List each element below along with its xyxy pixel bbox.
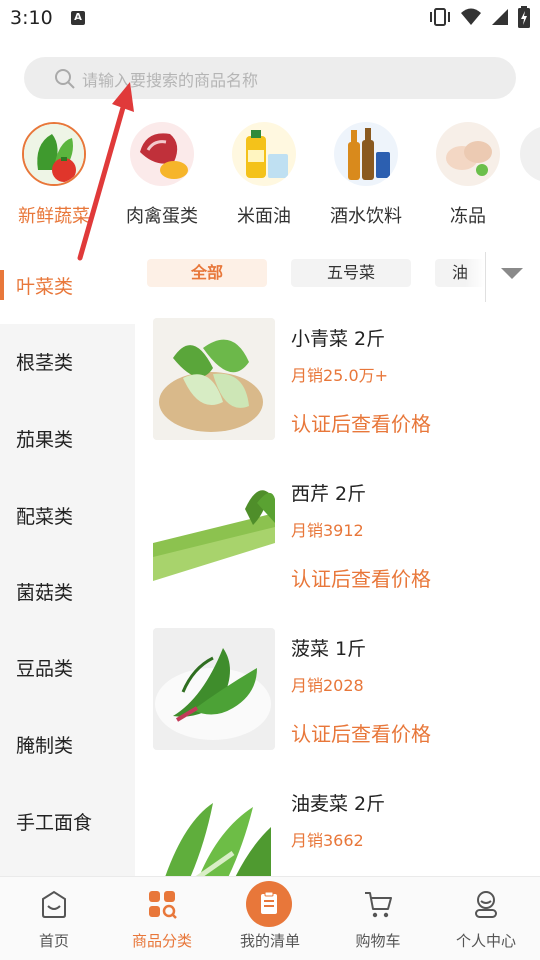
chip-number-five[interactable]: 五号菜 [291, 259, 411, 287]
clipboard-icon [246, 881, 292, 927]
search-icon [55, 69, 75, 89]
category-icon [149, 891, 177, 919]
filter-chips: 全部 五号菜 油 [135, 248, 540, 304]
product-sales: 月销2028 [291, 676, 364, 695]
product-image-spinach[interactable] [153, 628, 275, 750]
sidebar-item-label: 茄果类 [16, 429, 74, 451]
home-icon [42, 890, 66, 918]
status-bar: 3:10 A [0, 0, 540, 38]
chip-all[interactable]: 全部 [147, 259, 267, 287]
category-drinks[interactable]: 酒水饮料 [316, 118, 416, 228]
product-name: 菠菜 1斤 [291, 638, 367, 660]
tab-my-list[interactable]: 我的清单 [216, 877, 324, 960]
category-label: 肉禽蛋类 [126, 206, 198, 227]
product-sales: 月销3912 [291, 521, 364, 540]
sidebar-item-side-dish[interactable]: 配菜类 [0, 478, 135, 554]
notification-a-icon: A [71, 11, 85, 25]
product-card[interactable]: 菠菜 1斤 月销2028 认证后查看价格 [135, 614, 540, 769]
sidebar-item-label: 配菜类 [16, 506, 74, 528]
sidebar-item-leafy[interactable]: 叶菜类 [0, 248, 135, 324]
frozen-image [436, 122, 500, 186]
category-peek [520, 126, 540, 182]
meat-image [130, 122, 194, 186]
category-rice-flour-oil[interactable]: 米面油 [214, 118, 314, 228]
search-bar[interactable]: 请输入要搜索的商品名称 [24, 57, 516, 99]
cart-icon [365, 892, 392, 918]
product-card[interactable]: 西芹 2斤 月销3912 认证后查看价格 [135, 459, 540, 614]
product-sales: 月销3662 [291, 831, 364, 850]
sidebar-item-label: 腌制类 [16, 735, 74, 757]
vegetables-image [22, 122, 86, 186]
product-image-bok-choy[interactable] [153, 318, 275, 440]
tab-home[interactable]: 首页 [0, 877, 108, 960]
sidebar-item-label: 手工面食 [16, 812, 93, 834]
sidebar-item-label: 豆品类 [16, 658, 74, 680]
category-label: 米面油 [237, 206, 291, 227]
bottom-tab-bar: 首页 商品分类 我的清单 购物车 个人中心 [0, 876, 540, 960]
active-indicator [0, 270, 4, 300]
sidebar-item-label: 根茎类 [16, 352, 74, 374]
category-meat-eggs[interactable]: 肉禽蛋类 [112, 118, 212, 228]
sidebar-item-pickled[interactable]: 腌制类 [0, 707, 135, 783]
tab-label: 首页 [38, 932, 69, 950]
product-image-lettuce[interactable] [153, 783, 275, 876]
chevron-down-icon[interactable] [501, 268, 523, 280]
product-sales: 月销25.0万+ [291, 366, 389, 385]
chip-fade [465, 248, 485, 304]
sidebar-item-fruit-veg[interactable]: 茄果类 [0, 401, 135, 477]
chip-divider [485, 252, 486, 302]
wifi-icon [461, 8, 481, 25]
sidebar-item-bean[interactable]: 豆品类 [0, 630, 135, 706]
category-label: 新鲜蔬菜 [18, 206, 90, 227]
category-label: 酒水饮料 [330, 206, 402, 227]
product-card[interactable]: 小青菜 2斤 月销25.0万+ 认证后查看价格 [135, 304, 540, 459]
sidebar-item-label: 叶菜类 [16, 276, 74, 298]
category-frozen[interactable]: 冻品 [418, 118, 518, 228]
tab-label: 购物车 [355, 932, 401, 950]
battery-icon [518, 6, 530, 28]
product-price-notice[interactable]: 认证后查看价格 [291, 408, 431, 437]
product-name: 小青菜 2斤 [291, 328, 386, 350]
oil-image [232, 122, 296, 186]
sidebar-item-mushroom[interactable]: 菌菇类 [0, 554, 135, 630]
profile-icon [475, 891, 497, 918]
tab-label: 商品分类 [131, 932, 192, 950]
subcategory-sidebar: 叶菜类 根茎类 茄果类 配菜类 菌菇类 豆品类 腌制类 手工面食 [0, 248, 135, 876]
tab-profile[interactable]: 个人中心 [432, 877, 540, 960]
category-fresh-vegetables[interactable]: 新鲜蔬菜 [4, 118, 104, 228]
status-time: 3:10 [10, 7, 53, 29]
signal-icon [492, 9, 508, 25]
product-list: 小青菜 2斤 月销25.0万+ 认证后查看价格 西芹 2斤 月销3912 认证后… [135, 304, 540, 876]
product-price-notice[interactable]: 认证后查看价格 [291, 718, 431, 747]
category-label: 冻品 [450, 206, 486, 227]
sidebar-item-label: 菌菇类 [16, 582, 74, 604]
sidebar-item-handmade-noodles[interactable]: 手工面食 [0, 784, 135, 860]
tab-categories[interactable]: 商品分类 [108, 877, 216, 960]
search-input[interactable]: 请输入要搜索的商品名称 [82, 67, 258, 91]
tab-label: 个人中心 [455, 932, 516, 950]
vibrate-icon [430, 8, 450, 26]
drinks-image [334, 122, 398, 186]
tab-cart[interactable]: 购物车 [324, 877, 432, 960]
product-price-notice[interactable]: 认证后查看价格 [291, 563, 431, 592]
status-icons [428, 6, 530, 28]
product-card[interactable]: 油麦菜 2斤 月销3662 [135, 769, 540, 876]
category-row: 新鲜蔬菜 肉禽蛋类 米面油 酒水饮料 冻品 [0, 118, 540, 230]
tab-label: 我的清单 [239, 932, 300, 950]
product-image-celery[interactable] [153, 473, 275, 595]
product-name: 西芹 2斤 [291, 483, 367, 505]
product-name: 油麦菜 2斤 [291, 793, 386, 815]
sidebar-item-root[interactable]: 根茎类 [0, 324, 135, 400]
